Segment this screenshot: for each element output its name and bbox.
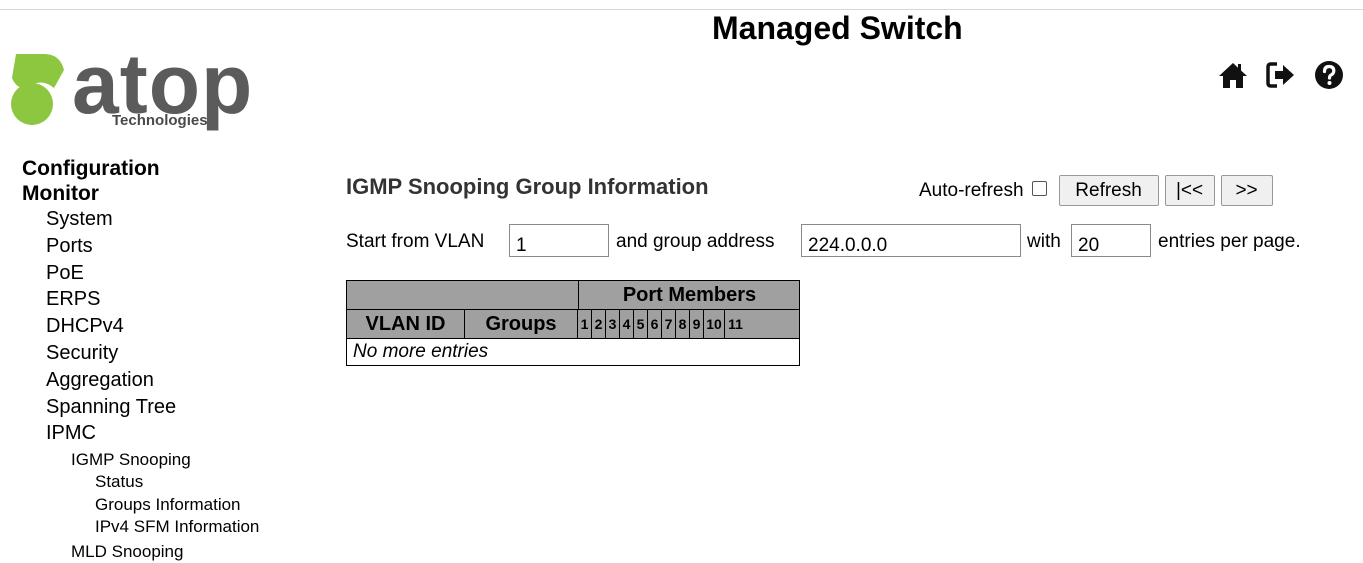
auto-refresh-label: Auto-refresh (919, 179, 1024, 201)
nav-igmp-snooping[interactable]: IGMP Snooping (22, 449, 259, 471)
col-port: 2 (592, 310, 606, 338)
col-port: 5 (634, 310, 648, 338)
refresh-button[interactable]: Refresh (1058, 175, 1159, 206)
refresh-controls: Auto-refresh Refresh |<< >> (919, 175, 1279, 206)
nav-status[interactable]: Status (22, 471, 259, 494)
empty-table-message: No more entries (353, 341, 489, 362)
col-port: 11 (728, 316, 743, 332)
top-divider (0, 9, 1363, 10)
col-port: 8 (676, 310, 690, 338)
group-info-table: Port Members VLAN ID Groups 1 2 3 4 5 6 … (346, 280, 800, 366)
nav-groups-information[interactable]: Groups Information (22, 494, 259, 517)
group-address-input[interactable]: 224.0.0.0 (801, 224, 1021, 257)
start-vlan-input[interactable]: 1 (509, 224, 609, 257)
nav-ipv4-sfm-information[interactable]: IPv4 SFM Information (22, 516, 259, 539)
group-address-label: and group address (616, 231, 775, 252)
app-title: Managed Switch (712, 10, 963, 46)
auto-refresh-checkbox[interactable] (1031, 181, 1047, 196)
col-port: 4 (620, 310, 634, 338)
col-port: 10 (704, 310, 725, 338)
logout-icon[interactable] (1266, 60, 1296, 90)
nav-poe[interactable]: PoE (22, 260, 259, 287)
sidebar-nav: Configuration Monitor System Ports PoE E… (22, 156, 259, 563)
start-vlan-label: Start from VLAN (346, 231, 485, 252)
col-port: 9 (690, 310, 704, 338)
nav-ports[interactable]: Ports (22, 233, 259, 260)
col-port: 3 (606, 310, 620, 338)
page-title: IGMP Snooping Group Information (346, 174, 709, 199)
next-page-button[interactable]: >> (1220, 175, 1273, 206)
nav-system[interactable]: System (22, 206, 259, 233)
table-header-row: VLAN ID Groups 1 2 3 4 5 6 7 8 9 10 11 (347, 310, 799, 339)
col-port: 1 (578, 310, 592, 338)
first-page-button[interactable]: |<< (1164, 175, 1215, 206)
col-groups: Groups (465, 310, 578, 338)
nav-monitor[interactable]: Monitor (22, 181, 259, 206)
col-port: 6 (648, 310, 662, 338)
header-toolbar (1218, 60, 1344, 90)
col-vlan-id: VLAN ID (347, 310, 465, 338)
port-members-header: Port Members (578, 281, 800, 309)
nav-aggregation[interactable]: Aggregation (22, 367, 259, 394)
nav-mld-snooping[interactable]: MLD Snooping (22, 541, 259, 563)
table-header-group: Port Members (347, 281, 799, 310)
nav-ipmc[interactable]: IPMC (22, 420, 259, 447)
nav-spanning-tree[interactable]: Spanning Tree (22, 394, 259, 421)
col-port: 7 (662, 310, 676, 338)
logo-subtitle: Technologies (112, 112, 208, 129)
help-icon[interactable] (1314, 60, 1344, 90)
nav-erps[interactable]: ERPS (22, 286, 259, 313)
nav-dhcpv4[interactable]: DHCPv4 (22, 313, 259, 340)
nav-configuration[interactable]: Configuration (22, 156, 259, 181)
with-label: with (1027, 231, 1061, 252)
home-icon[interactable] (1218, 60, 1248, 90)
entries-per-page-input[interactable]: 20 (1071, 224, 1151, 257)
atop-logo: atop Technologies (8, 42, 308, 138)
entries-per-page-label: entries per page. (1158, 231, 1301, 252)
nav-security[interactable]: Security (22, 340, 259, 367)
